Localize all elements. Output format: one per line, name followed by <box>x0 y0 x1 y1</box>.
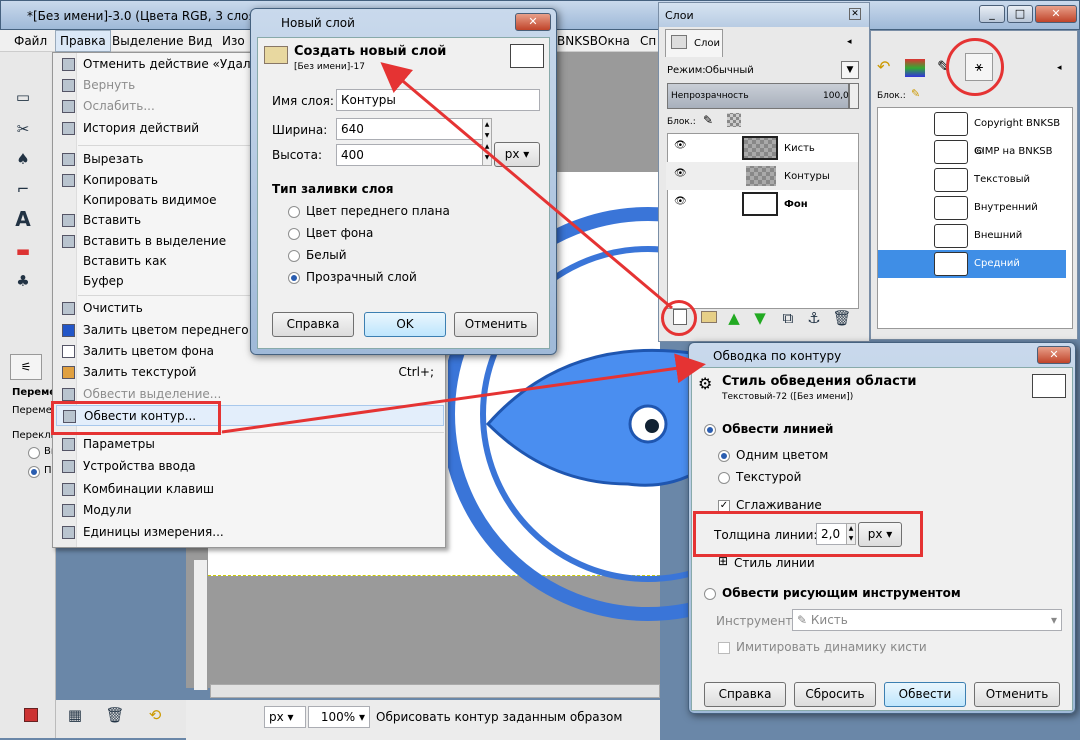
annotation-arrows <box>221 62 706 434</box>
